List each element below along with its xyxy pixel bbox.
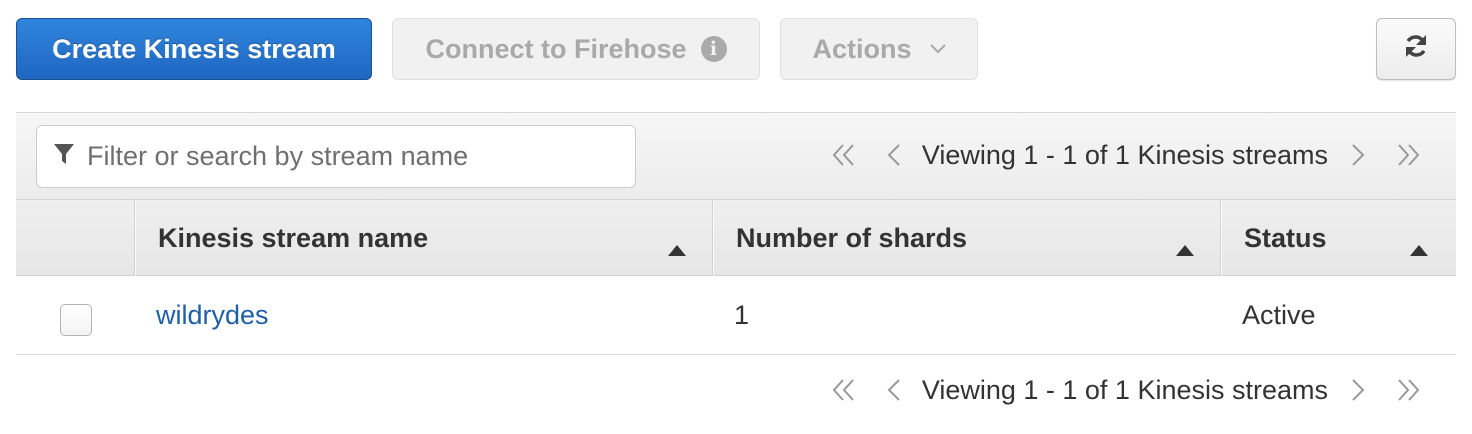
sort-ascending-icon	[1176, 232, 1194, 263]
connect-to-firehose-button[interactable]: Connect to Firehose i	[392, 18, 760, 80]
info-icon[interactable]: i	[700, 36, 727, 62]
column-header-status[interactable]: Status	[1222, 200, 1456, 276]
create-button-label: Create Kinesis stream	[52, 33, 336, 64]
stream-search-input[interactable]	[87, 141, 627, 172]
pagination-text: Viewing 1 - 1 of 1 Kinesis streams	[921, 374, 1328, 405]
next-page-icon[interactable]	[1344, 370, 1372, 410]
stream-filter-field[interactable]	[36, 125, 636, 188]
last-page-icon[interactable]	[1394, 135, 1422, 175]
column-header-label: Status	[1244, 222, 1327, 253]
actions-button-label: Actions	[812, 33, 912, 64]
last-page-icon[interactable]	[1394, 370, 1422, 410]
sort-ascending-icon	[668, 232, 686, 263]
row-select-checkbox[interactable]	[60, 304, 92, 336]
next-page-icon[interactable]	[1344, 135, 1372, 175]
column-header-label: Number of shards	[736, 222, 968, 253]
table-header: Kinesis stream name Number of shards Sta…	[16, 200, 1456, 276]
table-toolbar: Viewing 1 - 1 of 1 Kinesis streams	[16, 112, 1456, 200]
chevron-down-icon	[929, 44, 946, 54]
actions-dropdown-button[interactable]: Actions	[780, 18, 978, 80]
refresh-button[interactable]	[1376, 18, 1456, 80]
first-page-icon[interactable]	[830, 370, 858, 410]
bottom-pagination: Viewing 1 - 1 of 1 Kinesis streams	[830, 370, 1422, 410]
column-header-stream-name[interactable]: Kinesis stream name	[136, 200, 714, 276]
sort-ascending-icon	[1410, 232, 1428, 263]
filter-icon	[53, 142, 75, 171]
column-header-label: Kinesis stream name	[158, 222, 429, 253]
previous-page-icon[interactable]	[880, 135, 908, 175]
refresh-icon	[1402, 32, 1430, 67]
stream-name-link[interactable]: wildrydes	[156, 300, 269, 331]
previous-page-icon[interactable]	[880, 370, 908, 410]
top-pagination: Viewing 1 - 1 of 1 Kinesis streams	[830, 135, 1422, 175]
status-cell: Active	[1242, 299, 1316, 330]
column-header-shards[interactable]: Number of shards	[714, 200, 1222, 276]
stream-name-cell: wildrydes	[156, 276, 269, 354]
create-kinesis-stream-button[interactable]: Create Kinesis stream	[16, 18, 372, 80]
pagination-text: Viewing 1 - 1 of 1 Kinesis streams	[921, 139, 1328, 170]
table-row: wildrydes 1 Active	[16, 276, 1456, 355]
firehose-button-label: Connect to Firehose	[425, 33, 687, 64]
shards-cell: 1	[734, 299, 750, 330]
first-page-icon[interactable]	[830, 135, 858, 175]
